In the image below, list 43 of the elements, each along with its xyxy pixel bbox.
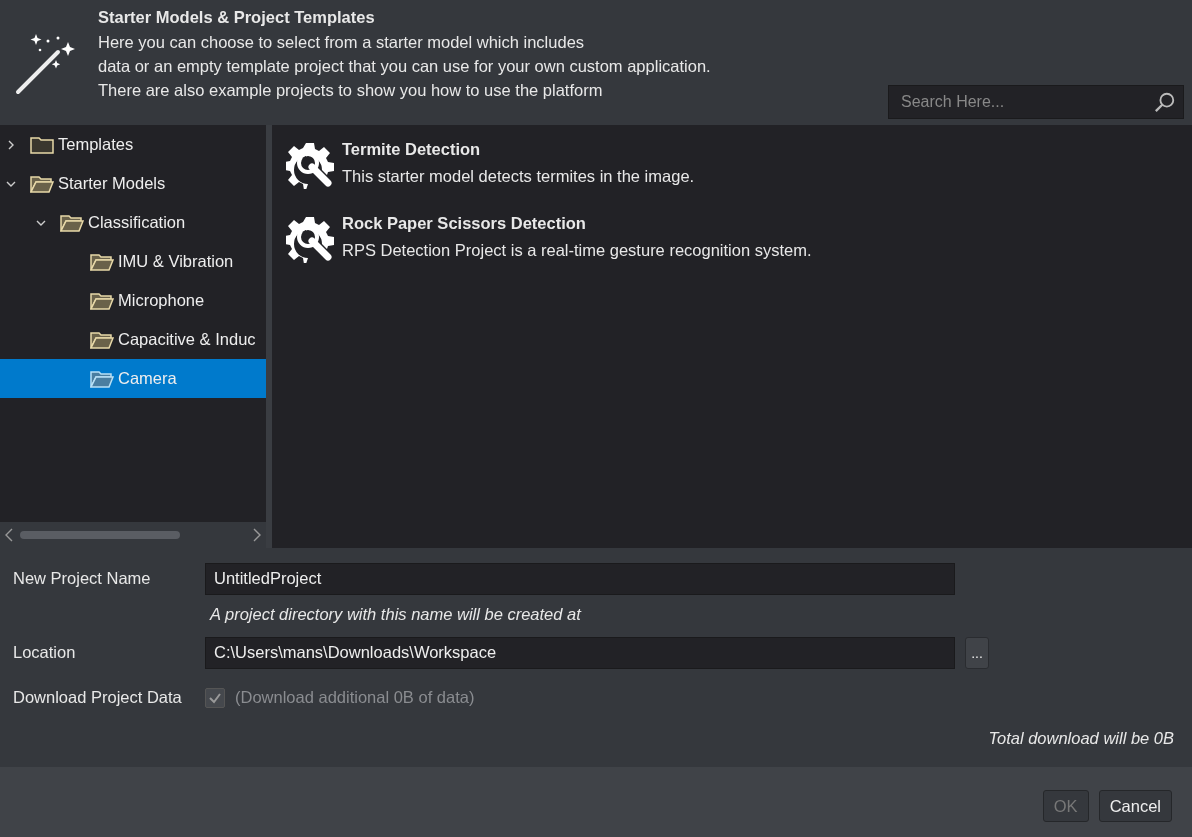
browse-button[interactable]: ... bbox=[965, 636, 989, 669]
tree-item[interactable]: IMU & Vibration bbox=[0, 242, 266, 281]
scroll-right-icon[interactable] bbox=[252, 528, 262, 542]
tree-item[interactable]: Starter Models bbox=[0, 164, 266, 203]
folder-icon bbox=[90, 369, 114, 388]
folder-icon bbox=[30, 174, 54, 193]
field-label: Download Project Data bbox=[13, 688, 183, 707]
description-text: Here you can choose to select from a starter model which includes bbox=[98, 32, 586, 53]
gear-wrench-icon bbox=[286, 141, 334, 189]
model-title: Termite Detection bbox=[342, 139, 482, 160]
tree-item[interactable]: Capacitive & Induc bbox=[0, 320, 266, 359]
model-description: RPS Detection Project is a real-time gesture recognition system. bbox=[342, 240, 812, 261]
model-item[interactable]: Rock Paper Scissors Detection RPS Detection Project is a real-time gesture recognition system. bbox=[286, 211, 1178, 265]
chevron-right-icon[interactable] bbox=[6, 139, 16, 150]
tree-item[interactable]: Classification bbox=[0, 203, 266, 242]
field-label: New Project Name bbox=[13, 569, 152, 588]
location-field[interactable]: C:\Users\mans\Downloads\Workspace bbox=[205, 636, 955, 669]
model-title: Rock Paper Scissors Detection bbox=[342, 213, 587, 234]
horizontal-scrollbar[interactable] bbox=[0, 522, 266, 548]
tree-item[interactable]: Templates bbox=[0, 125, 266, 164]
folder-icon bbox=[30, 135, 54, 154]
project-name-field[interactable]: UntitledProject bbox=[205, 562, 955, 595]
scroll-left-icon[interactable] bbox=[4, 528, 14, 542]
search-icon bbox=[1154, 91, 1176, 113]
gear-wrench-icon bbox=[286, 215, 334, 263]
dialog-button[interactable]: Cancel bbox=[1098, 790, 1172, 822]
dialog-title: Starter Models & Project Templates bbox=[98, 8, 376, 27]
model-item[interactable]: Termite Detection This starter model detects termites in the image. bbox=[286, 137, 1178, 191]
folder-icon bbox=[90, 252, 114, 271]
folder-icon bbox=[90, 291, 114, 310]
total-download-text: Total download will be 0B bbox=[987, 729, 1175, 748]
tree-item[interactable]: Microphone bbox=[0, 281, 266, 320]
folder-icon bbox=[60, 213, 84, 232]
hint-text: A project directory with this name will be created at bbox=[210, 605, 583, 624]
scrollbar-thumb[interactable] bbox=[20, 531, 180, 539]
folder-icon bbox=[90, 330, 114, 349]
description-text: There are also example projects to show you how to use the platform bbox=[98, 80, 604, 101]
search-field[interactable]: Search Here... bbox=[888, 85, 1184, 119]
description-text: data or an empty template project that you can use for your own custom application. bbox=[98, 56, 711, 77]
download-note: (Download additional 0B of data) bbox=[235, 688, 475, 707]
model-description: This starter model detects termites in the image. bbox=[342, 166, 695, 187]
tree-item[interactable]: Camera bbox=[0, 359, 266, 398]
field-label: Location bbox=[13, 643, 77, 662]
